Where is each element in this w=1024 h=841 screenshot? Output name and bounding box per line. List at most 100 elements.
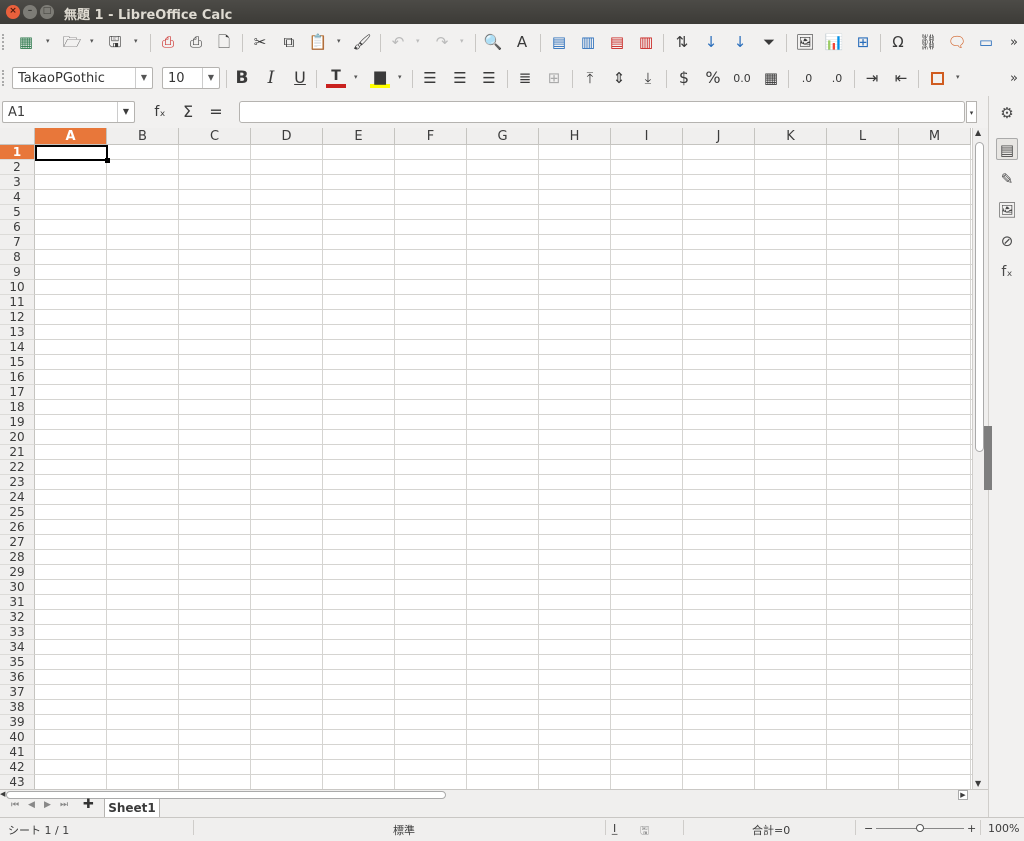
row-header-13[interactable]: 13 <box>0 325 35 340</box>
paste-icon[interactable]: 📋 <box>308 32 328 52</box>
styles-icon[interactable]: ✎ <box>996 168 1018 190</box>
row-header-19[interactable]: 19 <box>0 415 35 430</box>
selection-sum[interactable]: 合計=0 <box>752 822 790 838</box>
column-header-g[interactable]: G <box>467 128 539 145</box>
sheet-tab[interactable]: Sheet1 <box>104 799 160 819</box>
row-header-30[interactable]: 30 <box>0 580 35 595</box>
column-header-h[interactable]: H <box>539 128 611 145</box>
column-header-m[interactable]: M <box>899 128 971 145</box>
row-header-2[interactable]: 2 <box>0 160 35 175</box>
bold-icon[interactable]: B <box>232 68 252 88</box>
row-header-4[interactable]: 4 <box>0 190 35 205</box>
save-icon[interactable]: 🖫 <box>105 32 125 52</box>
vertical-scroll-thumb[interactable] <box>975 142 984 452</box>
decrease-indent-icon[interactable]: ⇤ <box>891 68 911 88</box>
align-bottom-icon[interactable]: ⤓ <box>638 68 658 88</box>
navigator-icon[interactable]: ⊘ <box>996 230 1018 252</box>
row-header-25[interactable]: 25 <box>0 505 35 520</box>
sort-descending-icon[interactable]: ↓ <box>730 32 750 52</box>
row-header-32[interactable]: 32 <box>0 610 35 625</box>
sidebar-collapse-handle[interactable] <box>984 426 992 490</box>
cut-icon[interactable]: ✂ <box>250 32 270 52</box>
center-vertically-icon[interactable]: ⇕ <box>609 68 629 88</box>
row-header-1[interactable]: 1 <box>0 145 35 160</box>
row-header-7[interactable]: 7 <box>0 235 35 250</box>
formula-icon[interactable]: = <box>206 102 226 122</box>
comment-icon[interactable]: 🗨 <box>947 32 967 52</box>
chevron-down-icon[interactable]: ▼ <box>202 68 219 88</box>
row-header-24[interactable]: 24 <box>0 490 35 505</box>
add-decimal-icon[interactable]: .0 <box>797 68 817 88</box>
row-header-10[interactable]: 10 <box>0 280 35 295</box>
autofill-handle[interactable] <box>105 158 110 163</box>
row-header-40[interactable]: 40 <box>0 730 35 745</box>
insert-image-icon[interactable]: 🖼 <box>795 32 815 52</box>
sidebar-settings-icon[interactable]: ⚙ <box>996 102 1018 124</box>
row-header-43[interactable]: 43 <box>0 775 35 789</box>
column-header-d[interactable]: D <box>251 128 323 145</box>
underline-icon[interactable]: U <box>290 68 310 88</box>
print-preview-icon[interactable]: 🗋 <box>214 32 234 52</box>
more-format-tools-icon[interactable]: » <box>1004 68 1024 88</box>
autofilter-icon[interactable]: ⏷ <box>759 32 779 52</box>
column-header-j[interactable]: J <box>683 128 755 145</box>
new-spreadsheet-icon[interactable]: ▦ <box>16 32 36 52</box>
open-dropdown-icon[interactable]: ▾ <box>90 38 97 45</box>
merge-cells-icon[interactable]: ⊞ <box>544 68 564 88</box>
name-box[interactable]: A1 ▼ <box>2 101 135 123</box>
date-format-icon[interactable]: ▦ <box>761 68 781 88</box>
spelling-icon[interactable]: A <box>512 32 532 52</box>
row-header-18[interactable]: 18 <box>0 400 35 415</box>
row-header-41[interactable]: 41 <box>0 745 35 760</box>
row-header-28[interactable]: 28 <box>0 550 35 565</box>
highlight-dropdown-icon[interactable]: ▾ <box>398 74 405 81</box>
row-header-20[interactable]: 20 <box>0 430 35 445</box>
insert-chart-icon[interactable]: 📊 <box>824 32 844 52</box>
delete-column-icon[interactable]: ▥ <box>636 32 656 52</box>
row-header-8[interactable]: 8 <box>0 250 35 265</box>
number-format-icon[interactable]: 0.0 <box>732 68 752 88</box>
zoom-in-icon[interactable]: + <box>967 822 976 835</box>
column-header-f[interactable]: F <box>395 128 467 145</box>
selection-mode-icon[interactable]: I̲ <box>613 822 616 835</box>
font-color-dropdown-icon[interactable]: ▾ <box>354 74 361 81</box>
row-header-16[interactable]: 16 <box>0 370 35 385</box>
row-header-6[interactable]: 6 <box>0 220 35 235</box>
row-header-12[interactable]: 12 <box>0 310 35 325</box>
row-header-9[interactable]: 9 <box>0 265 35 280</box>
new-dropdown-icon[interactable]: ▾ <box>46 38 53 45</box>
print-icon[interactable]: ⎙ <box>186 32 206 52</box>
row-header-38[interactable]: 38 <box>0 700 35 715</box>
previous-sheet-icon[interactable]: ◀ <box>28 800 35 810</box>
row-header-37[interactable]: 37 <box>0 685 35 700</box>
save-dropdown-icon[interactable]: ▾ <box>134 38 141 45</box>
row-header-15[interactable]: 15 <box>0 355 35 370</box>
row-header-23[interactable]: 23 <box>0 475 35 490</box>
scroll-right-icon[interactable]: ▶ <box>958 790 968 800</box>
headers-footers-icon[interactable]: ▭ <box>976 32 996 52</box>
sum-icon[interactable]: Σ <box>178 102 198 122</box>
undo-dropdown-icon[interactable]: ▾ <box>416 38 423 45</box>
horizontal-scroll-thumb[interactable] <box>6 791 446 799</box>
row-header-42[interactable]: 42 <box>0 760 35 775</box>
column-header-i[interactable]: I <box>611 128 683 145</box>
open-folder-icon[interactable]: 🗁 <box>62 32 82 52</box>
row-header-29[interactable]: 29 <box>0 565 35 580</box>
borders-icon[interactable] <box>927 68 947 88</box>
chevron-down-icon[interactable]: ▼ <box>117 102 134 122</box>
row-header-31[interactable]: 31 <box>0 595 35 610</box>
spreadsheet-grid[interactable]: ABCDEFGHIJKLM 1 2 3 4 5 6 7 8 9 10 11 12 13 14 15 16 17 1… <box>0 128 972 789</box>
row-icon[interactable]: ▤ <box>549 32 569 52</box>
column-header-e[interactable]: E <box>323 128 395 145</box>
function-wizard-icon[interactable]: fₓ <box>150 102 170 122</box>
sort-icon[interactable]: ⇅ <box>672 32 692 52</box>
zoom-slider-knob[interactable] <box>916 824 924 832</box>
column-header-c[interactable]: C <box>179 128 251 145</box>
select-all-corner[interactable] <box>0 128 35 145</box>
row-header-17[interactable]: 17 <box>0 385 35 400</box>
column-header-b[interactable]: B <box>107 128 179 145</box>
find-replace-icon[interactable]: 🔍 <box>483 32 503 52</box>
row-header-35[interactable]: 35 <box>0 655 35 670</box>
first-sheet-icon[interactable]: ⏮ <box>11 800 19 810</box>
gallery-icon[interactable]: 🖼 <box>996 199 1018 221</box>
